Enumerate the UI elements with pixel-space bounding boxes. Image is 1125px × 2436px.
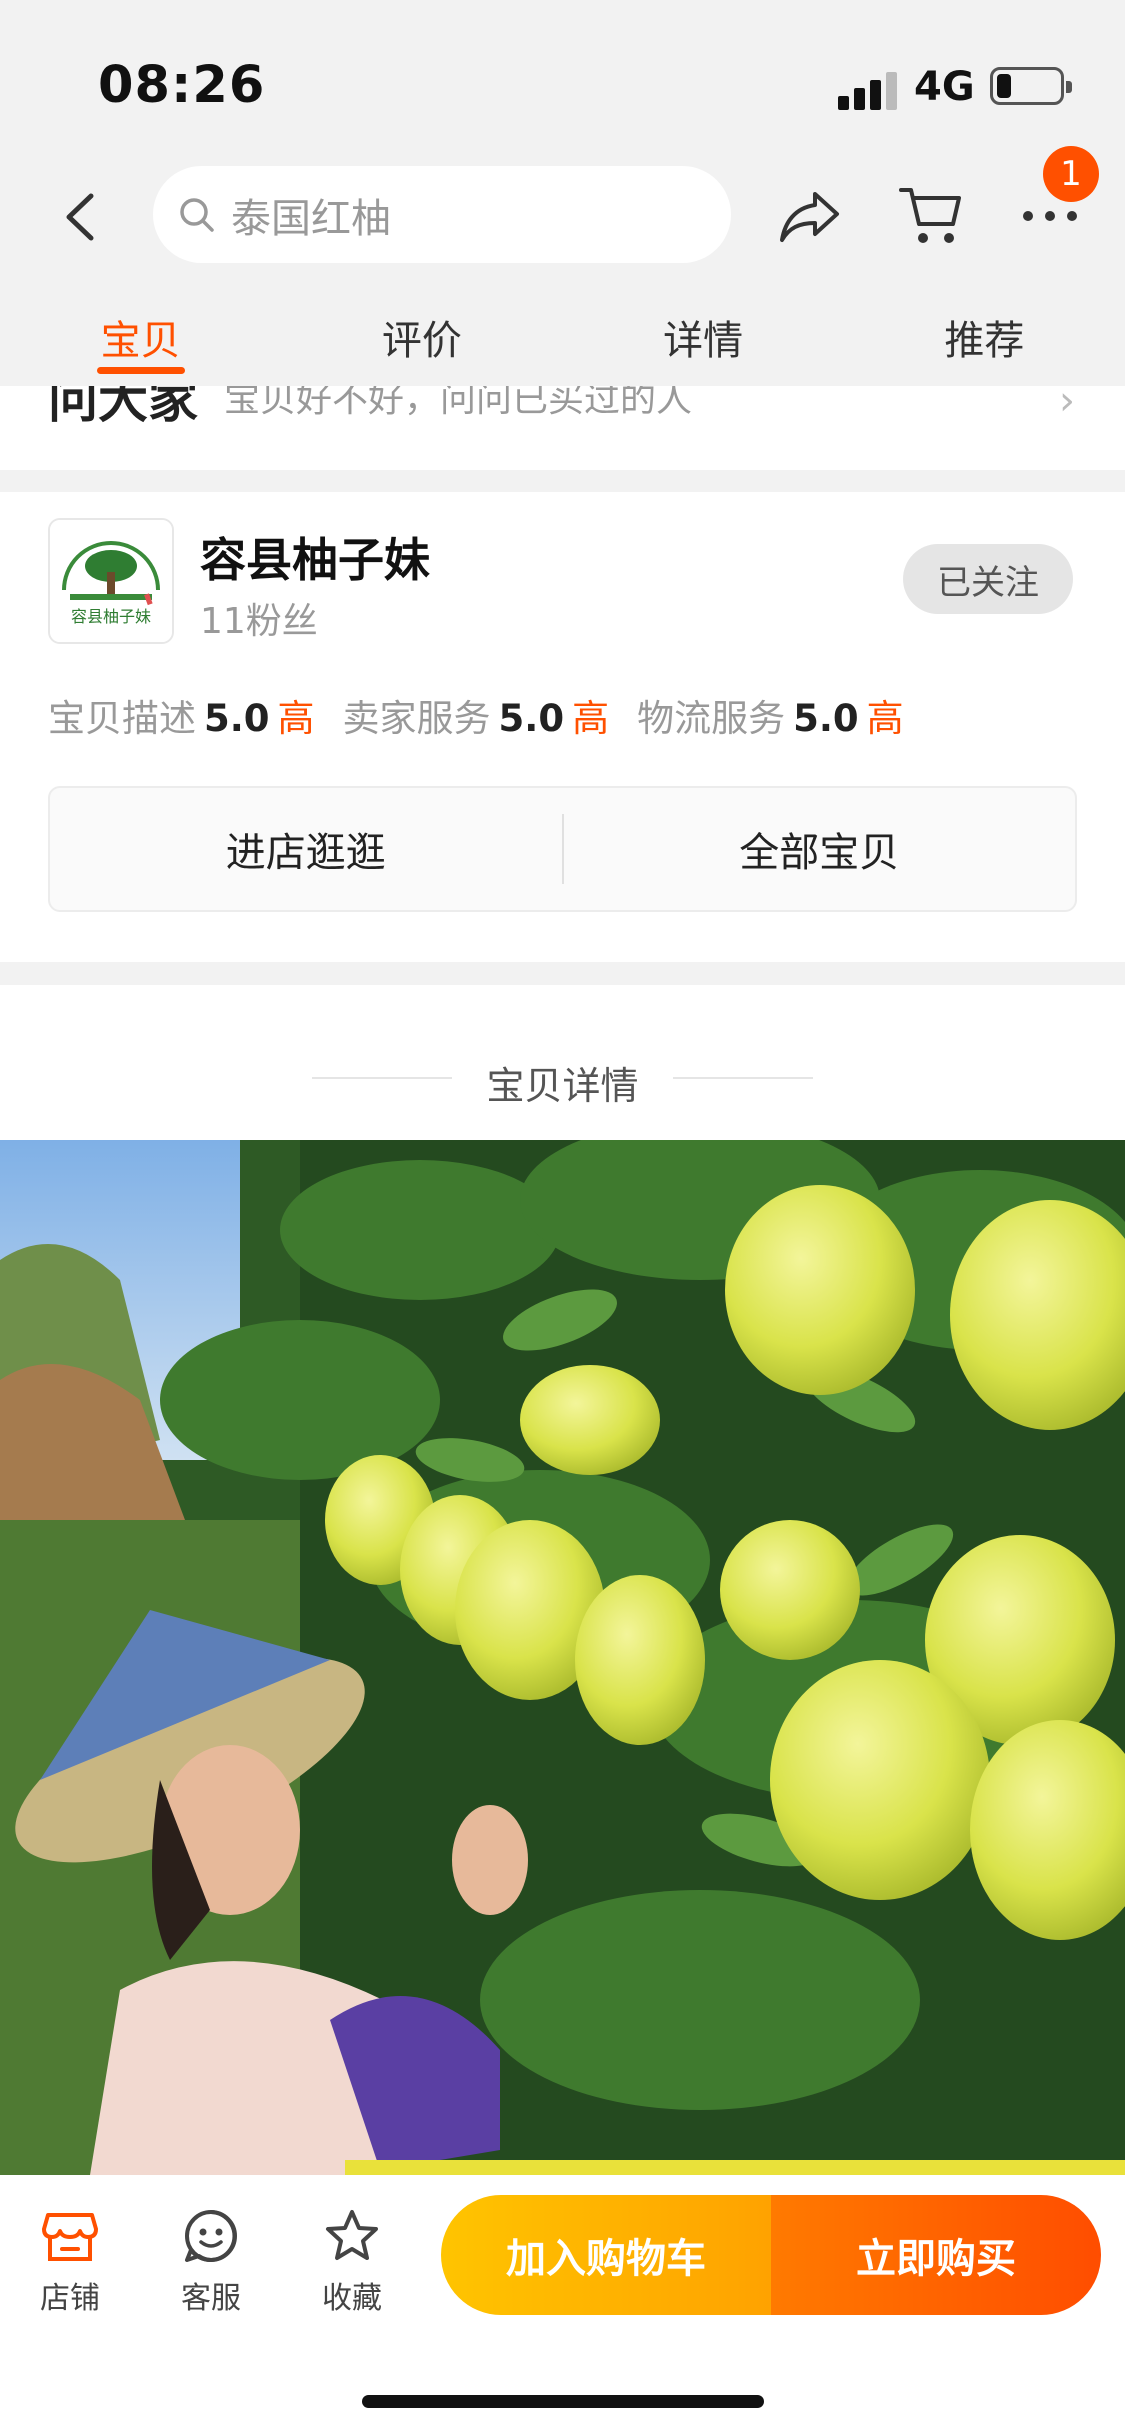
store-icon — [42, 2213, 98, 2261]
cart-button[interactable] — [890, 176, 970, 256]
rating-level: 高 — [572, 697, 610, 740]
top-nav: 泰国红柚 — [0, 150, 1125, 280]
buy-now-button[interactable]: 立即购买 — [771, 2195, 1101, 2315]
status-time: 08:26 — [98, 56, 266, 115]
ask-everyone-section[interactable]: 问大家 宝贝好不好，问问已买过的人 › — [0, 386, 1125, 470]
tab-product[interactable]: 宝贝 — [0, 280, 281, 386]
rating-score: 5.0 — [204, 697, 270, 740]
rating-score: 5.0 — [793, 697, 859, 740]
shop-actions: 进店逛逛 全部宝贝 — [48, 786, 1077, 912]
battery-icon — [990, 67, 1072, 105]
more-icon — [1023, 211, 1077, 221]
chevron-right-icon: › — [1059, 386, 1075, 424]
rating-label: 宝贝描述 — [48, 697, 196, 740]
search-placeholder: 泰国红柚 — [231, 195, 391, 242]
shop-name[interactable]: 容县柚子妹 — [200, 524, 430, 590]
signal-icon — [838, 70, 898, 110]
store-label: 店铺 — [40, 2281, 100, 2316]
home-indicator[interactable] — [362, 2395, 764, 2408]
product-detail-image[interactable] — [0, 1140, 1125, 2175]
ask-subtitle: 宝贝好不好，问问已买过的人 — [224, 386, 693, 420]
rating-level: 高 — [277, 697, 315, 740]
tab-bar: 宝贝 评价 详情 推荐 — [0, 280, 1125, 386]
share-button[interactable] — [770, 176, 850, 256]
shop-ratings: 宝贝描述 5.0 高卖家服务 5.0 高物流服务 5.0 高 — [48, 688, 932, 742]
tab-details[interactable]: 详情 — [563, 280, 844, 386]
favorite-button[interactable]: 收藏 — [297, 2205, 407, 2317]
search-input[interactable]: 泰国红柚 — [153, 166, 731, 263]
detail-header: 宝贝详情 — [0, 985, 1125, 1140]
shop-fans: 11粉丝 — [200, 601, 318, 642]
back-icon — [66, 193, 94, 241]
detail-title: 宝贝详情 — [486, 1064, 639, 1108]
network-type: 4G — [914, 64, 975, 110]
star-icon — [326, 2210, 378, 2260]
tab-recommend[interactable]: 推荐 — [844, 280, 1125, 386]
shop-logo[interactable]: 容县柚子妹 ▮ — [48, 518, 174, 644]
customer-service-label: 客服 — [181, 2281, 241, 2316]
all-products-button[interactable]: 全部宝贝 — [564, 820, 1076, 878]
customer-service-icon — [185, 2210, 237, 2262]
back-button[interactable] — [50, 182, 110, 252]
product-page: 08:26 4G 泰国红柚 1 宝贝 评价 详情 推荐 问大家 宝贝好不好，问问… — [0, 0, 1125, 2436]
add-to-cart-button[interactable]: 加入购物车 — [441, 2195, 771, 2315]
rating-label: 物流服务 — [637, 697, 786, 740]
shop-logo-text: 容县柚子妹 — [71, 607, 151, 626]
cta-group: 加入购物车 立即购买 — [441, 2195, 1101, 2315]
visit-store-button[interactable]: 进店逛逛 — [50, 820, 562, 878]
ask-title: 问大家 — [48, 386, 198, 429]
favorite-label: 收藏 — [322, 2281, 382, 2316]
tab-reviews[interactable]: 评价 — [281, 280, 562, 386]
rating-score: 5.0 — [498, 697, 565, 740]
search-icon — [180, 197, 214, 232]
status-bar: 08:26 4G — [0, 0, 1125, 150]
store-button[interactable]: 店铺 — [15, 2205, 125, 2317]
share-icon — [780, 192, 839, 242]
customer-service-button[interactable]: 客服 — [156, 2205, 266, 2317]
divider — [673, 1077, 813, 1079]
more-badge: 1 — [1043, 146, 1099, 202]
rating-label: 卖家服务 — [342, 697, 491, 740]
rating-level: 高 — [866, 697, 904, 740]
shop-card: 容县柚子妹 ▮ 容县柚子妹 11粉丝 已关注 宝贝描述 5.0 高卖家服务 5.0 高物… — [0, 492, 1125, 962]
follow-button[interactable]: 已关注 — [903, 544, 1073, 614]
cart-icon — [899, 188, 961, 243]
